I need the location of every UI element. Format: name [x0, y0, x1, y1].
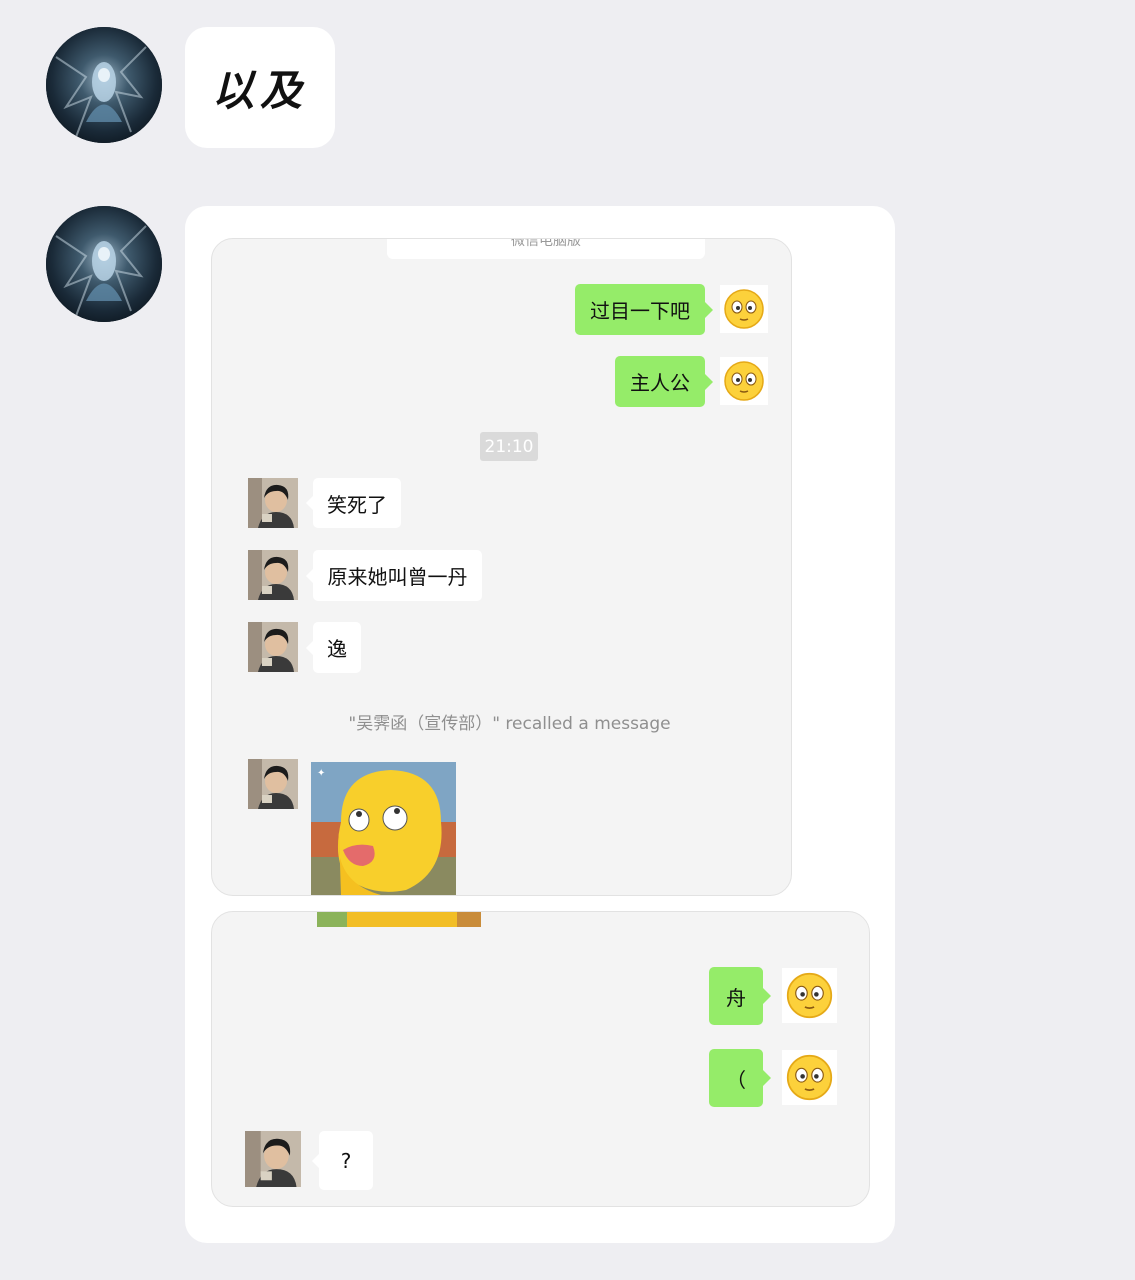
person-photo-avatar-icon — [245, 1131, 301, 1187]
self-avatar[interactable] — [782, 968, 837, 1023]
recall-notice: "吴霁函（宣传部）" recalled a message — [212, 709, 791, 734]
person-photo-avatar-icon — [248, 550, 298, 600]
timestamp-text: 21:10 — [484, 436, 534, 457]
person-photo-avatar-icon — [248, 622, 298, 672]
flushed-face-emoji-icon — [724, 361, 764, 401]
message-text: 主人公 — [630, 371, 690, 395]
sticker-continuation — [317, 912, 481, 927]
flushed-face-emoji-icon — [724, 289, 764, 329]
outgoing-bubble[interactable]: 主人公 — [615, 356, 713, 407]
message-text: 原来她叫曾一丹 — [327, 565, 468, 589]
sender-avatar[interactable] — [46, 27, 162, 143]
friend-avatar[interactable] — [245, 1131, 301, 1187]
message-text: （ — [726, 1067, 746, 1092]
incoming-bubble[interactable]: 笑死了 — [306, 478, 401, 528]
anime-avatar-icon — [46, 27, 162, 143]
self-avatar[interactable] — [782, 1050, 837, 1105]
incoming-bubble[interactable]: 逸 — [306, 622, 361, 673]
person-photo-avatar-icon — [248, 478, 298, 528]
self-avatar[interactable] — [720, 357, 768, 405]
friend-avatar[interactable] — [248, 550, 298, 600]
sender-avatar[interactable] — [46, 206, 162, 322]
friend-avatar[interactable] — [248, 622, 298, 672]
message-text: 逸 — [327, 637, 347, 661]
self-avatar[interactable] — [720, 285, 768, 333]
friend-avatar[interactable] — [248, 759, 298, 809]
message-text: 笑死了 — [327, 492, 387, 517]
chat-screenshot-1[interactable]: 微信电脑版 过目一下吧 主人公 21:10 笑死了 原来她叫曾一丹 逸 "吴霁函… — [211, 238, 792, 896]
recall-notice-text: "吴霁函（宣传部）" recalled a message — [348, 714, 671, 734]
anime-avatar-icon — [46, 206, 162, 322]
timestamp-chip: 21:10 — [480, 432, 538, 461]
message-text: 舟 — [726, 985, 746, 1010]
flushed-face-emoji-icon — [786, 972, 833, 1019]
incoming-bubble[interactable]: 原来她叫曾一丹 — [306, 550, 482, 601]
person-photo-avatar-icon — [248, 759, 298, 809]
message-text: ? — [340, 1148, 352, 1173]
incoming-bubble[interactable]: ? — [312, 1131, 373, 1190]
message-bubble[interactable]: 以及 — [185, 27, 335, 148]
outgoing-bubble[interactable]: 舟 — [709, 967, 771, 1025]
message-text: 以及 — [211, 66, 308, 115]
header-chip: 微信电脑版 — [387, 239, 705, 259]
outgoing-bubble[interactable]: 过目一下吧 — [575, 284, 713, 335]
sticker-image[interactable]: ✦ — [311, 762, 456, 895]
flushed-face-emoji-icon — [786, 1054, 833, 1101]
svg-text:✦: ✦ — [317, 768, 325, 779]
message-text: 过目一下吧 — [590, 299, 690, 323]
yellow-duck-sticker-icon: ✦ — [311, 762, 456, 895]
yellow-duck-sticker-icon — [317, 912, 481, 927]
chat-screenshot-2[interactable]: 舟 （ ? — [211, 911, 870, 1207]
header-chip-text: 微信电脑版 — [511, 239, 581, 249]
friend-avatar[interactable] — [248, 478, 298, 528]
outgoing-bubble[interactable]: （ — [709, 1049, 771, 1107]
